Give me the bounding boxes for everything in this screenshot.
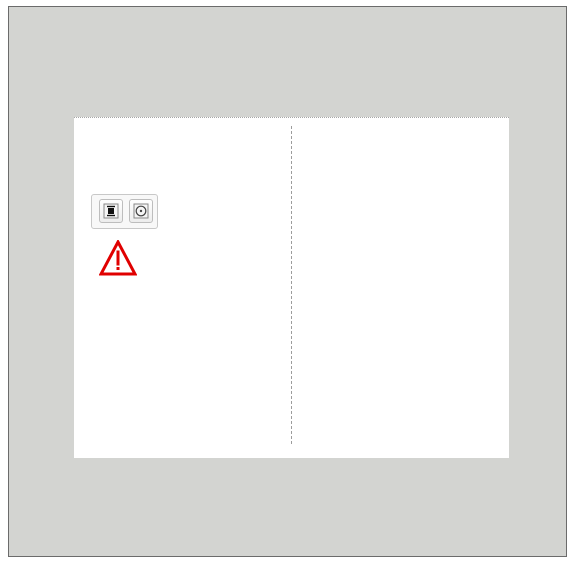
center-guide-line (291, 126, 292, 444)
record-icon (133, 203, 149, 219)
page-canvas (74, 117, 509, 458)
warning-triangle-icon (99, 240, 137, 276)
screenshot-frame (8, 6, 567, 557)
align-center-icon (103, 203, 119, 219)
image-control-group (91, 194, 158, 229)
align-center-button[interactable] (99, 199, 123, 223)
record-button[interactable] (129, 199, 153, 223)
